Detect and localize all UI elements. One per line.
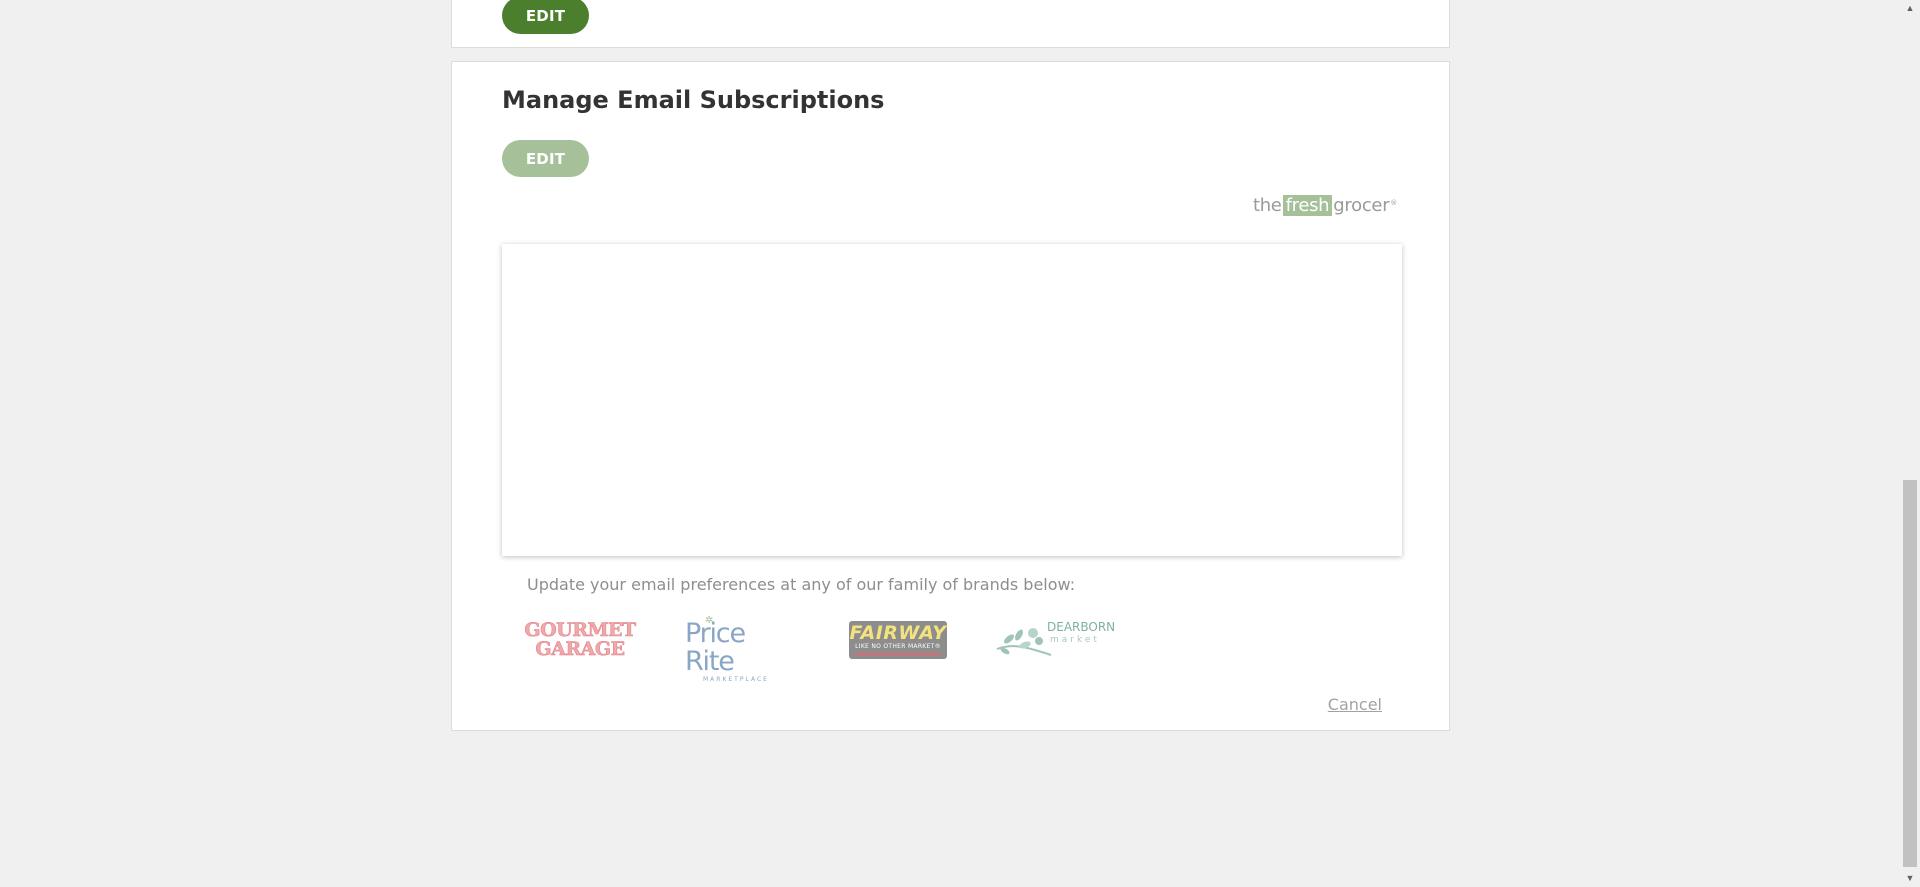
preferences-text: Update your email preferences at any of …: [527, 575, 1076, 594]
gourmet-garage-line2: GARAGE: [535, 638, 625, 660]
price-rite-name: Price Rite: [685, 618, 746, 677]
previous-section-card: EDIT: [451, 0, 1450, 48]
scroll-down-icon[interactable]: ▼: [1900, 870, 1920, 887]
dearborn-sub: market: [1050, 635, 1100, 645]
edit-button[interactable]: EDIT: [502, 0, 589, 34]
fairway-name: FAIRWAY: [849, 622, 947, 644]
logo-prefix: the: [1252, 195, 1282, 216]
scrollbar-thumb[interactable]: [1903, 480, 1917, 867]
dearborn-name: DEARBORN: [1047, 620, 1116, 634]
scroll-up-icon[interactable]: ▲: [1900, 0, 1920, 17]
price-rite-logo[interactable]: ✲ Price Rite MARKETPLACE: [685, 615, 795, 684]
section-title: Manage Email Subscriptions: [502, 86, 885, 114]
edit-email-subscriptions-button[interactable]: EDIT: [502, 140, 589, 177]
fairway-logo[interactable]: FAIRWAY LIKE NO OTHER MARKET®: [849, 621, 947, 659]
logo-highlight: fresh: [1282, 195, 1333, 216]
logo-suffix: grocer: [1333, 195, 1390, 216]
logo-trademark: ®: [1390, 198, 1397, 207]
email-subscriptions-card: Manage Email Subscriptions EDIT the fresh…: [451, 61, 1450, 731]
vertical-scrollbar[interactable]: ▲ ▼: [1900, 0, 1920, 887]
the-fresh-grocer-logo: the fresh grocer ®: [1253, 195, 1397, 216]
leaf-icon: ✲: [705, 615, 714, 626]
brand-logos: GOURMET GARAGE ✲ Price Rite MARKETPLACE …: [520, 615, 1120, 683]
cancel-link[interactable]: Cancel: [1328, 695, 1382, 714]
fairway-tagline: LIKE NO OTHER MARKET®: [855, 643, 941, 650]
price-rite-sub: MARKETPLACE: [703, 676, 769, 683]
olive-branch-icon: [996, 628, 1052, 656]
fairway-underline: [855, 653, 941, 655]
page: EDIT Manage Email Subscriptions EDIT the…: [0, 0, 1920, 887]
subscription-frame[interactable]: [502, 244, 1402, 556]
gourmet-garage-logo[interactable]: GOURMET GARAGE: [520, 620, 640, 660]
dearborn-market-logo[interactable]: DEARBORN market: [995, 617, 1120, 662]
